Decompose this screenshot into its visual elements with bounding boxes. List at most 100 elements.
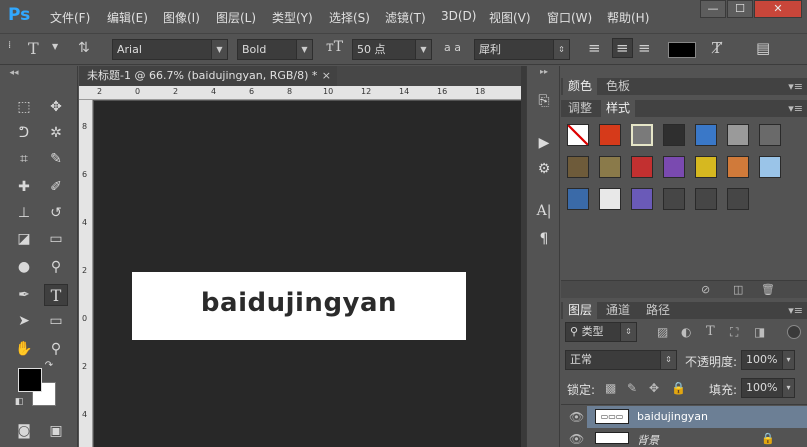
path-selection-tool-icon[interactable]: ➤ [12,310,36,332]
filter-shape-icon[interactable]: ⛶ [730,325,738,340]
lasso-tool-icon[interactable]: ᕤ [12,122,36,144]
history-brush-tool-icon[interactable]: ↺ [44,202,68,224]
text-color-swatch[interactable] [668,42,696,58]
tab-layers[interactable]: 图层 [563,302,598,319]
gradient-tool-icon[interactable]: ▭ [44,228,68,250]
menu-select[interactable]: 选择(S) [329,9,370,26]
new-style-icon[interactable]: ◫ [733,283,743,296]
delete-style-icon[interactable]: 🗑 [761,283,775,296]
align-center-icon[interactable]: ≡ [612,38,633,58]
crop-tool-icon[interactable]: ⌗ [12,148,36,170]
character-panel-icon[interactable]: ▤ [756,39,770,57]
panel-menu-icon[interactable]: ▾≡ [788,102,803,115]
swap-colors-icon[interactable]: ↷ [42,360,56,372]
minimize-button[interactable]: — [700,0,726,18]
eye-icon[interactable]: 👁 [569,410,584,424]
menu-layer[interactable]: 图层(L) [216,9,256,26]
menu-edit[interactable]: 编辑(E) [107,9,148,26]
filter-smart-object-icon[interactable]: ◨ [754,325,765,339]
lock-all-icon[interactable]: 🔒 [671,381,686,395]
lock-position-icon[interactable]: ✥ [649,381,659,395]
opacity-input[interactable]: 100% ▾ [741,350,795,370]
style-swatch[interactable] [727,156,749,178]
style-swatch[interactable] [599,156,621,178]
tab-adjustments[interactable]: 调整 [563,100,597,117]
quick-mask-icon[interactable]: ◙ [12,420,36,442]
align-left-icon[interactable]: ≡ [588,39,601,57]
healing-brush-tool-icon[interactable]: ✚ [12,176,36,198]
style-swatch[interactable] [695,156,717,178]
filter-toggle[interactable] [787,325,801,339]
menu-help[interactable]: 帮助(H) [607,9,649,26]
rectangle-tool-icon[interactable]: ▭ [44,310,68,332]
collapse-icon[interactable]: ◂◂ [2,66,26,80]
warp-text-icon[interactable]: Ⱦ [712,39,722,57]
filter-adjustment-icon[interactable]: ◐ [681,325,691,339]
menu-view[interactable]: 视图(V) [489,9,531,26]
style-swatch[interactable] [631,156,653,178]
tab-styles[interactable]: 样式 [601,100,636,117]
style-swatch[interactable] [631,124,653,146]
filter-pixel-icon[interactable]: ▨ [657,325,668,339]
document-tab[interactable]: 未标题-1 @ 66.7% (baidujingyan, RGB/8) * × [79,66,337,86]
panel-menu-icon[interactable]: ▾≡ [788,304,803,317]
properties-panel-icon[interactable]: ⚙ [535,160,553,178]
history-panel-icon[interactable]: ⎘ [535,92,553,110]
tab-swatches[interactable]: 色板 [601,78,635,95]
character-panel-icon[interactable]: A| [535,202,553,220]
blend-mode-select[interactable]: 正常 ⇕ [565,350,677,370]
move-tool-icon[interactable]: ✥ [44,96,68,118]
style-swatch[interactable] [663,124,685,146]
style-swatch[interactable] [727,124,749,146]
tab-color[interactable]: 颜色 [563,78,598,95]
clear-style-icon[interactable]: ⊘ [701,283,710,296]
style-swatch[interactable] [695,124,717,146]
brush-tool-icon[interactable]: ✐ [44,176,68,198]
layer-filter-select[interactable]: ⚲ 类型 ⇕ [565,322,637,342]
type-tool-icon[interactable]: T [44,284,68,306]
lock-transparent-icon[interactable]: ▩ [605,381,616,395]
marquee-tool-icon[interactable]: ⬚ [12,96,36,118]
restore-button[interactable]: ☐ [727,0,753,18]
menu-file[interactable]: 文件(F) [50,9,90,26]
style-swatch[interactable] [759,124,781,146]
style-swatch[interactable] [663,188,685,210]
hand-tool-icon[interactable]: ✋ [12,338,36,360]
style-swatch[interactable] [567,156,589,178]
tab-paths[interactable]: 路径 [641,302,675,319]
default-colors-icon[interactable]: ◧ [12,396,26,408]
menu-filter[interactable]: 滤镜(T) [385,9,426,26]
menu-window[interactable]: 窗口(W) [547,9,592,26]
style-swatch[interactable] [567,124,589,146]
lock-pixels-icon[interactable]: ✎ [627,381,637,395]
style-swatch[interactable] [599,124,621,146]
zoom-tool-icon[interactable]: ⚲ [44,338,68,360]
document-canvas[interactable]: baidujingyan [132,272,466,340]
eye-icon[interactable]: 👁 [569,432,584,446]
style-swatch[interactable] [663,156,685,178]
type-tool-preset-icon[interactable]: T [28,39,39,58]
style-swatch[interactable] [759,156,781,178]
menu-type[interactable]: 类型(Y) [272,9,313,26]
actions-panel-icon[interactable]: ▶ [535,134,553,152]
style-swatch[interactable] [599,188,621,210]
style-swatch[interactable] [567,188,589,210]
style-swatch[interactable] [631,188,653,210]
layer-row-background[interactable]: 👁 背景 🔒 [561,428,807,447]
magic-wand-tool-icon[interactable]: ✲ [44,122,68,144]
font-size-select[interactable]: 50 点 ▼ [352,39,432,60]
clone-stamp-tool-icon[interactable]: ⊥ [12,202,36,224]
anti-alias-select[interactable]: 犀利 ⇕ [474,39,570,60]
pen-tool-icon[interactable]: ✒ [12,284,36,306]
menu-image[interactable]: 图像(I) [163,9,200,26]
dodge-tool-icon[interactable]: ⚲ [44,256,68,278]
layer-row-text[interactable]: 👁 ▭▭▭ baidujingyan [561,406,807,428]
eraser-tool-icon[interactable]: ◪ [12,228,36,250]
fill-input[interactable]: 100% ▾ [741,378,795,398]
tab-channels[interactable]: 通道 [601,302,635,319]
blur-tool-icon[interactable]: ● [12,256,36,278]
align-right-icon[interactable]: ≡ [638,39,651,57]
font-style-select[interactable]: Bold ▼ [237,39,313,60]
screen-mode-icon[interactable]: ▣ [44,420,68,442]
panel-menu-icon[interactable]: ▾≡ [788,80,803,93]
